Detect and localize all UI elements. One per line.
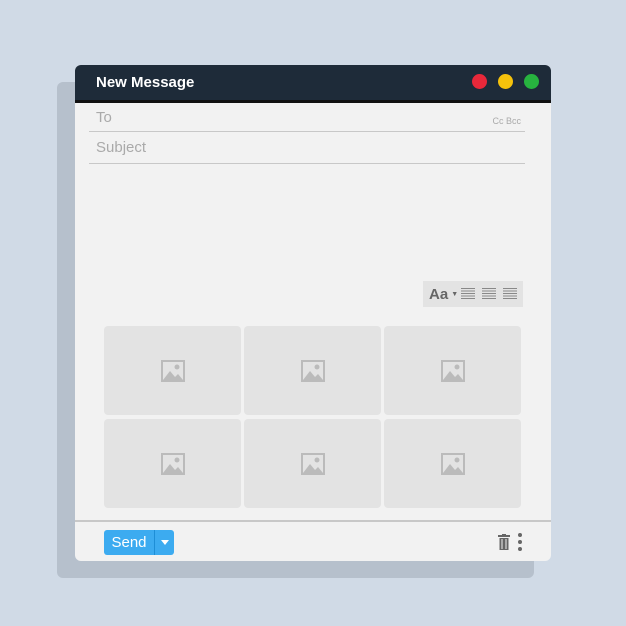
attachment-thumbnail[interactable] [384, 419, 521, 508]
window-title: New Message [96, 74, 195, 91]
attachment-grid [104, 326, 521, 508]
send-label: Send [104, 530, 155, 555]
align-left-icon[interactable] [461, 288, 476, 300]
caret-down-icon [160, 540, 169, 545]
attachment-thumbnail[interactable] [104, 419, 241, 508]
attachment-thumbnail[interactable] [104, 326, 241, 415]
align-center-icon[interactable] [482, 288, 497, 300]
image-icon [160, 359, 185, 382]
font-button[interactable]: Aa [429, 286, 448, 303]
subject-placeholder: Subject [96, 139, 147, 156]
image-icon [440, 452, 465, 475]
close-button[interactable] [472, 74, 487, 89]
attachment-thumbnail[interactable] [244, 326, 381, 415]
minimize-button[interactable] [498, 74, 513, 89]
more-vertical-icon[interactable] [518, 533, 522, 551]
cc-bcc-link[interactable]: Cc Bcc [492, 116, 521, 126]
subject-field[interactable]: Subject [89, 132, 525, 164]
compose-window: New Message To Cc Bcc Subject Aa ▼ Send [75, 65, 551, 561]
align-right-icon[interactable] [503, 288, 518, 300]
title-bar: New Message [75, 65, 551, 103]
to-placeholder: To [96, 109, 112, 126]
image-icon [300, 359, 325, 382]
caret-down-icon: ▼ [451, 290, 459, 298]
image-icon [300, 452, 325, 475]
trash-icon[interactable] [498, 534, 510, 550]
image-icon [160, 452, 185, 475]
maximize-button[interactable] [524, 74, 539, 89]
attachment-thumbnail[interactable] [244, 419, 381, 508]
to-field[interactable]: To Cc Bcc [89, 103, 525, 132]
send-button[interactable]: Send [104, 530, 174, 555]
attachment-thumbnail[interactable] [384, 326, 521, 415]
format-toolbar: Aa ▼ [423, 281, 523, 307]
footer-bar: Send [75, 520, 551, 561]
send-options-dropdown[interactable] [155, 530, 174, 555]
image-icon [440, 359, 465, 382]
